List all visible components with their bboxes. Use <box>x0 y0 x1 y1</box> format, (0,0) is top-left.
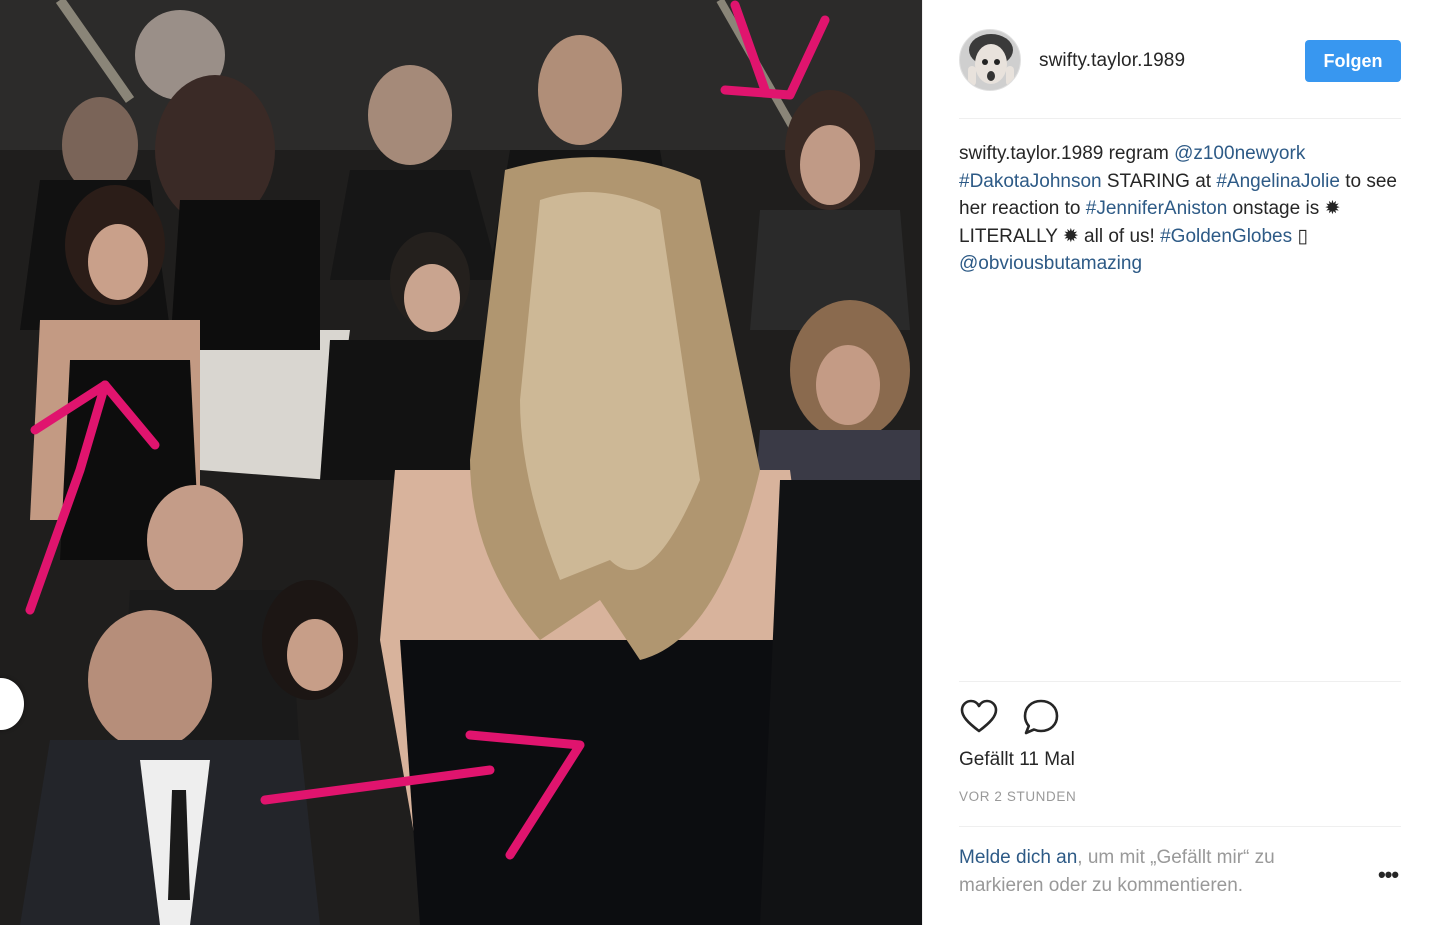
caption-text: regram <box>1103 143 1175 164</box>
post-caption: swifty.taylor.1989 regram @z100newyork #D… <box>959 140 1401 278</box>
post-header: swifty.taylor.1989 Folgen <box>959 24 1401 119</box>
divider <box>959 826 1401 827</box>
follow-button[interactable]: Folgen <box>1305 40 1401 82</box>
heart-icon[interactable] <box>959 698 999 736</box>
avatar[interactable] <box>959 29 1021 91</box>
username[interactable]: swifty.taylor.1989 <box>1039 50 1185 72</box>
avatar-image <box>960 30 1020 90</box>
login-prompt: Melde dich an, um mit „Gefällt mir“ zu m… <box>959 844 1359 900</box>
post-sidebar: swifty.taylor.1989 Folgen swifty.taylor.… <box>922 0 1440 925</box>
hashtag-link[interactable]: #JenniferAniston <box>1086 198 1228 219</box>
hashtag-link[interactable]: #AngelinaJolie <box>1216 171 1340 192</box>
comment-bubble-icon[interactable] <box>1021 698 1061 736</box>
hashtag-link[interactable]: #GoldenGlobes <box>1160 226 1292 247</box>
caption-text: ▯ <box>1292 225 1308 247</box>
divider <box>959 681 1401 682</box>
instagram-post: swifty.taylor.1989 Folgen swifty.taylor.… <box>0 0 1440 925</box>
login-link[interactable]: Melde dich an <box>959 847 1077 868</box>
more-options-icon[interactable]: ••• <box>1375 864 1401 888</box>
hashtag-link[interactable]: #DakotaJohnson <box>959 171 1102 192</box>
likes-count[interactable]: Gefällt 11 Mal <box>959 749 1075 771</box>
mention-link[interactable]: @obviousbutamazing <box>959 253 1142 274</box>
post-timestamp[interactable]: VOR 2 STUNDEN <box>959 789 1076 804</box>
post-actions <box>959 698 1061 736</box>
mention-link[interactable]: @z100newyork <box>1174 143 1305 164</box>
photo-scene <box>0 0 922 925</box>
caption-username[interactable]: swifty.taylor.1989 <box>959 143 1103 164</box>
caption-text: STARING at <box>1101 170 1217 192</box>
post-photo[interactable] <box>0 0 922 925</box>
